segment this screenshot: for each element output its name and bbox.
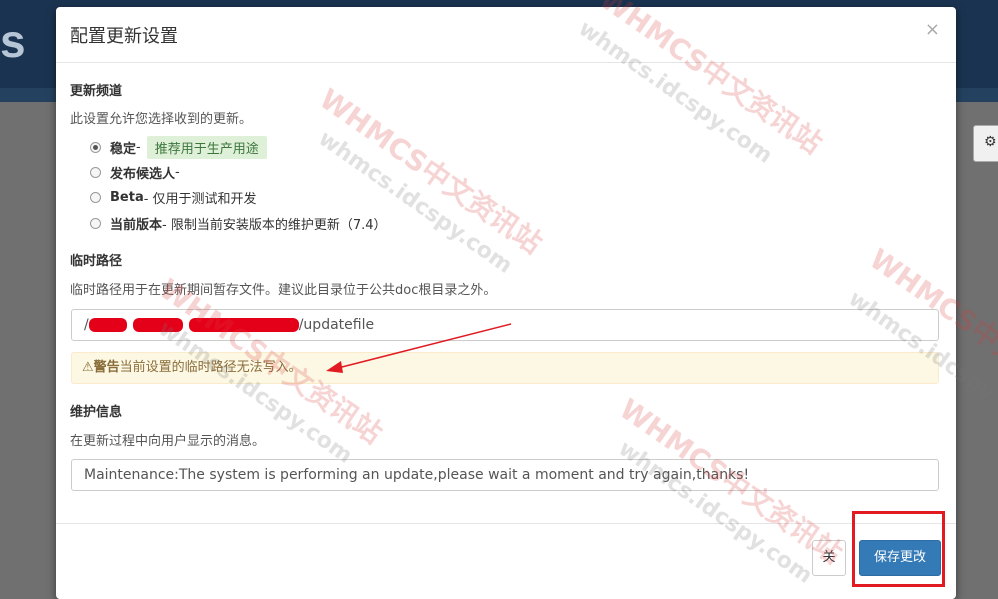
annotation-arrow [326,323,512,373]
